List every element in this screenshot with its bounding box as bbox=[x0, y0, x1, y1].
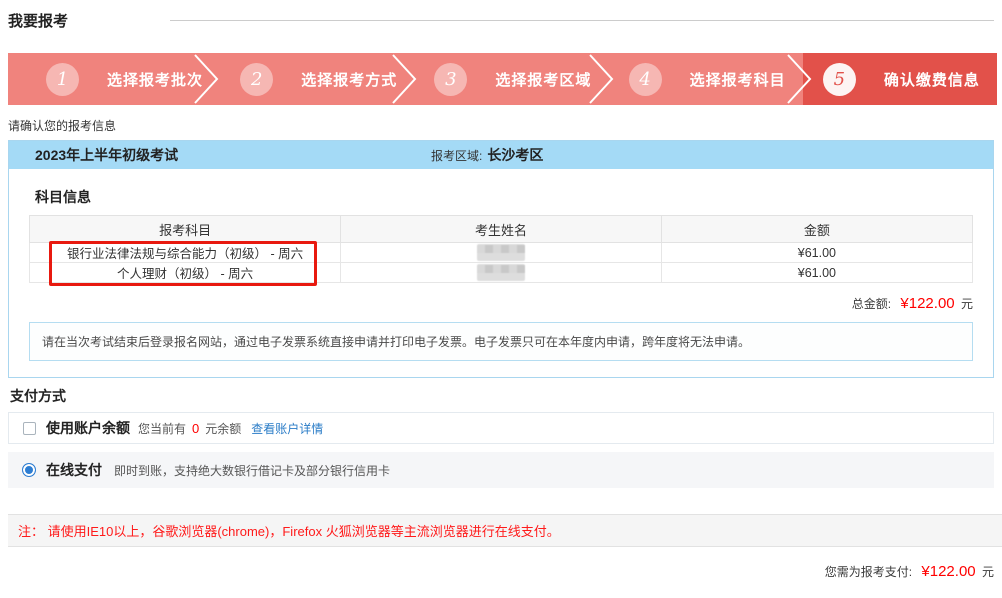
subject-cell: 个人理财（初级） - 周六 bbox=[30, 263, 341, 283]
step-select-method[interactable]: 2 选择报考方式 bbox=[220, 53, 414, 105]
view-account-link[interactable]: 查看账户详情 bbox=[251, 420, 323, 437]
table-row: 银行业法律法规与综合能力（初级） - 周六 ¥61.00 bbox=[30, 243, 973, 263]
divider bbox=[170, 20, 994, 21]
confirm-info-hint: 请确认您的报考信息 bbox=[8, 117, 1002, 134]
payment-due-unit: 元 bbox=[982, 565, 994, 579]
page-title: 我要报考 bbox=[8, 10, 68, 31]
balance-option-label: 使用账户余额 bbox=[46, 418, 130, 438]
step-wizard-bar: 1 选择报考批次 2 选择报考方式 3 选择报考区域 4 选择报考科目 5 确认… bbox=[8, 53, 997, 105]
exam-info-panel: 2023年上半年初级考试 报考区域: 长沙考区 科目信息 报考科目 考生姓名 金… bbox=[8, 140, 994, 378]
exam-region-value: 长沙考区 bbox=[487, 145, 543, 165]
step-number-badge: 3 bbox=[434, 63, 467, 96]
payment-section-title: 支付方式 bbox=[10, 386, 1002, 406]
online-radio[interactable] bbox=[22, 463, 36, 477]
candidate-name-cell bbox=[341, 263, 662, 283]
invoice-note: 请在当次考试结束后登录报名网站，通过电子发票系统直接申请并打印电子发票。电子发票… bbox=[29, 322, 973, 361]
step-label: 选择报考区域 bbox=[495, 69, 591, 90]
browser-compatibility-note: 注： 请使用IE10以上，谷歌浏览器(chrome)，Firefox 火狐浏览器… bbox=[8, 514, 1002, 547]
balance-checkbox[interactable] bbox=[23, 422, 36, 435]
balance-suffix: 元余额 bbox=[205, 420, 241, 437]
page-header: 我要报考 bbox=[0, 0, 1002, 31]
subject-table: 报考科目 考生姓名 金额 银行业法律法规与综合能力（初级） - 周六 ¥61.0… bbox=[29, 215, 973, 283]
subject-table-wrap: 报考科目 考生姓名 金额 银行业法律法规与综合能力（初级） - 周六 ¥61.0… bbox=[29, 215, 973, 283]
col-header-amount: 金额 bbox=[661, 216, 972, 243]
step-select-batch[interactable]: 1 选择报考批次 bbox=[8, 53, 220, 105]
balance-prefix: 您当前有 bbox=[138, 420, 186, 437]
total-label: 总金额: bbox=[852, 297, 891, 311]
amount-cell: ¥61.00 bbox=[661, 243, 972, 263]
exam-region: 报考区域: 长沙考区 bbox=[431, 141, 543, 169]
step-number-badge: 1 bbox=[46, 63, 79, 96]
step-select-region[interactable]: 3 选择报考区域 bbox=[414, 53, 608, 105]
table-header-row: 报考科目 考生姓名 金额 bbox=[30, 216, 973, 243]
online-payment-option[interactable]: 在线支付 即时到账，支持绝大数银行借记卡及部分银行信用卡 bbox=[8, 452, 994, 488]
amount-cell: ¥61.00 bbox=[661, 263, 972, 283]
exam-title: 2023年上半年初级考试 bbox=[35, 145, 178, 165]
online-option-desc: 即时到账，支持绝大数银行借记卡及部分银行信用卡 bbox=[114, 462, 390, 479]
online-option-label: 在线支付 bbox=[46, 460, 102, 480]
step-label: 确认缴费信息 bbox=[884, 69, 980, 90]
payment-due-amount: ¥122.00 bbox=[921, 563, 975, 580]
step-select-subject[interactable]: 4 选择报考科目 bbox=[609, 53, 803, 105]
step-number-badge: 4 bbox=[629, 63, 662, 96]
step-label: 选择报考科目 bbox=[690, 69, 786, 90]
step-label: 选择报考方式 bbox=[301, 69, 397, 90]
exam-region-label: 报考区域: bbox=[431, 147, 482, 164]
payment-due-line: 您需为报考支付: ¥122.00 元 bbox=[0, 563, 994, 580]
total-amount-line: 总金额: ¥122.00 元 bbox=[9, 295, 973, 312]
step-number-badge: 2 bbox=[240, 63, 273, 96]
subject-section-title: 科目信息 bbox=[35, 187, 993, 207]
step-label: 选择报考批次 bbox=[107, 69, 203, 90]
col-header-subject: 报考科目 bbox=[30, 216, 341, 243]
candidate-name-cell bbox=[341, 243, 662, 263]
table-row: 个人理财（初级） - 周六 ¥61.00 bbox=[30, 263, 973, 283]
masked-candidate-name bbox=[477, 264, 525, 281]
subject-cell: 银行业法律法规与综合能力（初级） - 周六 bbox=[30, 243, 341, 263]
total-unit: 元 bbox=[961, 297, 973, 311]
col-header-candidate: 考生姓名 bbox=[341, 216, 662, 243]
masked-candidate-name bbox=[477, 244, 525, 261]
step-confirm-payment[interactable]: 5 确认缴费信息 bbox=[803, 53, 997, 105]
balance-payment-option[interactable]: 使用账户余额 您当前有 0 元余额 查看账户详情 bbox=[8, 412, 994, 444]
exam-panel-header: 2023年上半年初级考试 报考区域: 长沙考区 bbox=[9, 141, 993, 169]
total-amount: ¥122.00 bbox=[900, 295, 954, 312]
balance-value: 0 bbox=[192, 421, 199, 436]
payment-due-label: 您需为报考支付: bbox=[825, 565, 912, 579]
step-number-badge: 5 bbox=[823, 63, 856, 96]
